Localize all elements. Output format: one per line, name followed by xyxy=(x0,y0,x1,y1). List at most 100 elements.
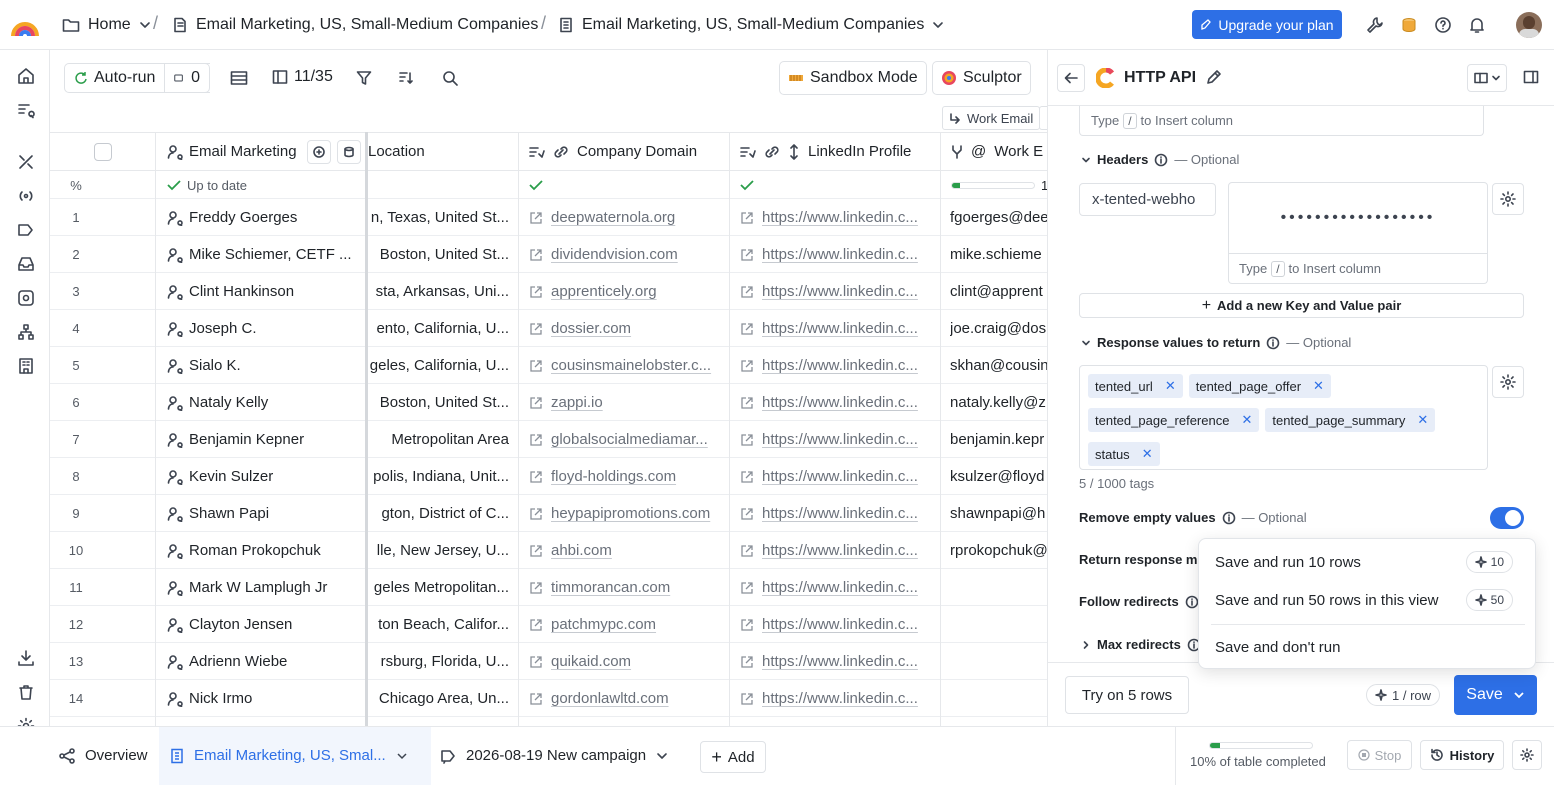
cell-domain[interactable]: floyd-holdings.com xyxy=(529,458,729,495)
building-icon[interactable] xyxy=(17,357,35,375)
cell-name[interactable]: Adrienn Wiebe xyxy=(167,643,363,680)
domain-link[interactable]: globalsocialmediamar... xyxy=(551,431,708,448)
remove-tag-icon[interactable]: ✕ xyxy=(1241,412,1252,428)
trash-icon[interactable] xyxy=(17,683,35,701)
cell-domain[interactable]: dossier.com xyxy=(529,310,729,347)
add-tab-button[interactable]: + Add xyxy=(700,741,766,773)
header-settings-button[interactable] xyxy=(1492,183,1524,215)
wrench-icon[interactable] xyxy=(1366,16,1384,34)
cell-linkedin[interactable]: https://www.linkedin.c... xyxy=(740,421,940,458)
header-work-email[interactable]: @ Work E xyxy=(941,132,1047,171)
cell-domain[interactable]: gordonlawltd.com xyxy=(529,680,729,717)
cell-linkedin[interactable]: https://www.linkedin.c... xyxy=(740,643,940,680)
linkedin-link[interactable]: https://www.linkedin.c... xyxy=(762,468,918,485)
cell-linkedin[interactable]: https://www.linkedin.c... xyxy=(740,384,940,421)
gear-box-icon[interactable] xyxy=(17,289,35,307)
table-row[interactable]: 2 Mike Schiemer, CETF ... Boston, United S… xyxy=(50,236,1047,273)
cell-work-email[interactable]: mike.schieme xyxy=(950,236,1047,273)
cell-work-email[interactable]: skhan@cousin xyxy=(950,347,1047,384)
remove-tag-icon[interactable]: ✕ xyxy=(1417,412,1428,428)
inbox-icon[interactable] xyxy=(17,255,35,273)
cell-name[interactable]: Nick Irmo xyxy=(167,680,363,717)
breadcrumb-home[interactable]: Home xyxy=(62,14,151,36)
frozen-divider[interactable] xyxy=(365,132,368,726)
linkedin-link[interactable]: https://www.linkedin.c... xyxy=(762,505,918,522)
cell-name[interactable]: Clint Hankinson xyxy=(167,273,363,310)
cell-work-email[interactable] xyxy=(950,606,1047,643)
cell-domain[interactable]: deepwaternola.org xyxy=(529,199,729,236)
table-row[interactable]: 13 Adrienn Wiebe rsburg, Florida, U... quik… xyxy=(50,643,1047,680)
sidebar-toggle-icon[interactable] xyxy=(1523,70,1539,84)
run-count-button[interactable]: 0 xyxy=(164,63,210,93)
domain-link[interactable]: gordonlawltd.com xyxy=(551,690,669,707)
cell-location[interactable]: Boston, United St... xyxy=(368,236,518,273)
cell-domain[interactable]: quikaid.com xyxy=(529,643,729,680)
cell-linkedin[interactable]: https://www.linkedin.c... xyxy=(740,680,940,717)
domain-link[interactable]: timmorancan.com xyxy=(551,579,670,596)
edit-icon[interactable] xyxy=(1206,69,1222,85)
try-rows-button[interactable]: Try on 5 rows xyxy=(1065,676,1189,714)
bell-icon[interactable] xyxy=(1468,16,1486,34)
cell-work-email[interactable]: rprokopchuk@ xyxy=(950,532,1047,569)
cell-domain[interactable]: zappi.io xyxy=(529,384,729,421)
domain-link[interactable]: apprenticely.org xyxy=(551,283,657,300)
cell-domain[interactable]: cousinsmainelobster.c... xyxy=(529,347,729,384)
table-row[interactable]: 1 Freddy Goerges n, Texas, United St... dee… xyxy=(50,199,1047,236)
cell-location[interactable]: lle, New Jersey, U... xyxy=(368,532,518,569)
filter-icon[interactable] xyxy=(356,70,372,86)
domain-link[interactable]: cousinsmainelobster.c... xyxy=(551,357,711,374)
cell-name[interactable]: Shawn Papi xyxy=(167,495,363,532)
cell-name[interactable]: Mark W Lamplugh Jr xyxy=(167,569,363,606)
layout-dropdown[interactable] xyxy=(1467,64,1507,92)
linkedin-link[interactable]: https://www.linkedin.c... xyxy=(762,616,918,633)
cell-domain[interactable]: heypapipromotions.com xyxy=(529,495,729,532)
table-tab-active[interactable]: Email Marketing, US, Smal... xyxy=(170,747,408,764)
table-row[interactable]: 12 Clayton Jensen ton Beach, Califor... pat… xyxy=(50,606,1047,643)
linkedin-link[interactable]: https://www.linkedin.c... xyxy=(762,542,918,559)
domain-link[interactable]: ahbi.com xyxy=(551,542,612,559)
save-button[interactable]: Save xyxy=(1454,675,1537,715)
help-icon[interactable] xyxy=(1434,16,1452,34)
cell-linkedin[interactable]: https://www.linkedin.c... xyxy=(740,606,940,643)
cell-linkedin[interactable]: https://www.linkedin.c... xyxy=(740,532,940,569)
cell-domain[interactable]: patchmypc.com xyxy=(529,606,729,643)
database-icon[interactable] xyxy=(337,139,361,164)
header-name[interactable]: Email Marketing xyxy=(155,132,366,171)
upgrade-plan-button[interactable]: Upgrade your plan xyxy=(1192,10,1342,39)
url-insert-hint[interactable]: Type / to Insert column xyxy=(1079,106,1484,136)
table-row[interactable]: 9 Shawn Papi gton, District of C... heypapi… xyxy=(50,495,1047,532)
header-value-input[interactable]: •••••••••••••••••• xyxy=(1228,182,1488,254)
sculptor-button[interactable]: Sculptor xyxy=(932,61,1031,95)
table-row[interactable]: 6 Nataly Kelly Boston, United St... zappi.i… xyxy=(50,384,1047,421)
org-chart-icon[interactable] xyxy=(17,323,35,341)
domain-link[interactable]: dossier.com xyxy=(551,320,631,337)
cell-name[interactable]: Freddy Goerges xyxy=(167,199,363,236)
cell-linkedin[interactable]: https://www.linkedin.c... xyxy=(740,273,940,310)
table-row[interactable]: 4 Joseph C. ento, California, U... dossier.… xyxy=(50,310,1047,347)
cell-name[interactable]: Clayton Jensen xyxy=(167,606,363,643)
history-button[interactable]: History xyxy=(1420,740,1504,770)
sandbox-mode-button[interactable]: Sandbox Mode xyxy=(779,61,927,95)
cell-work-email[interactable]: fgoerges@dee xyxy=(950,199,1047,236)
cell-work-email[interactable] xyxy=(950,643,1047,680)
info-icon[interactable] xyxy=(1154,153,1168,167)
linkedin-link[interactable]: https://www.linkedin.c... xyxy=(762,394,918,411)
cell-location[interactable]: n, Texas, United St... xyxy=(368,199,518,236)
linkedin-link[interactable]: https://www.linkedin.c... xyxy=(762,690,918,707)
header-value-hint[interactable]: Type / to Insert column xyxy=(1228,254,1488,284)
info-icon[interactable] xyxy=(1222,511,1236,525)
remove-tag-icon[interactable]: ✕ xyxy=(1142,446,1153,462)
cell-name[interactable]: Benjamin Kepner xyxy=(167,421,363,458)
domain-link[interactable]: patchmypc.com xyxy=(551,616,656,633)
cell-work-email[interactable]: shawnpapi@h xyxy=(950,495,1047,532)
cell-name[interactable]: Kevin Sulzer xyxy=(167,458,363,495)
headers-section-label[interactable]: Headers — Optional xyxy=(1081,152,1239,167)
add-pair-button[interactable]: + Add a new Key and Value pair xyxy=(1079,293,1524,318)
home-icon[interactable] xyxy=(17,67,35,85)
cell-name[interactable]: Nataly Kelly xyxy=(167,384,363,421)
cell-domain[interactable]: ahbi.com xyxy=(529,532,729,569)
linkedin-link[interactable]: https://www.linkedin.c... xyxy=(762,320,918,337)
signal-icon[interactable] xyxy=(17,153,35,171)
cell-work-email[interactable]: benjamin.kepr xyxy=(950,421,1047,458)
cell-linkedin[interactable]: https://www.linkedin.c... xyxy=(740,495,940,532)
